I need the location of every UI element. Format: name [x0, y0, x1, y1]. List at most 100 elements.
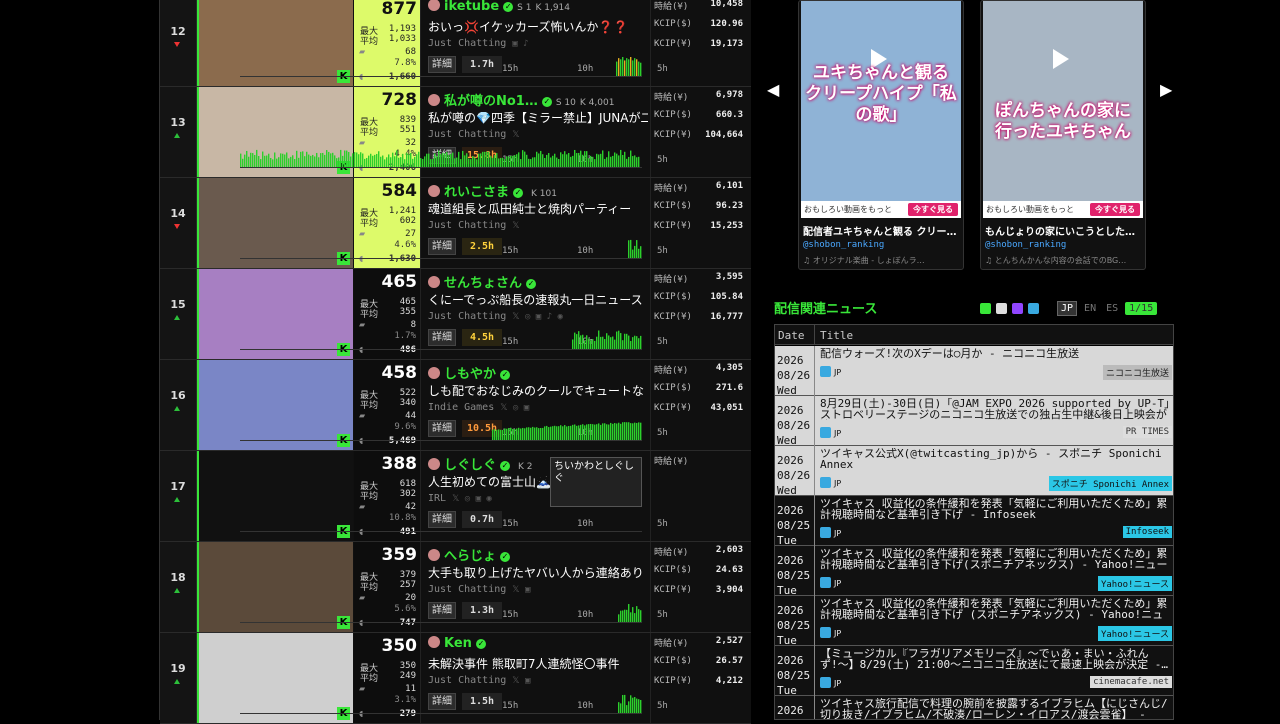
stream-title[interactable]: 大手も取り上げたヤバい人から連絡あり [428, 564, 648, 581]
video-card[interactable]: ユキちゃんと観る クリープハイプ「私の歌」 おもしろい動画をもっと 今すぐ見る 配… [798, 0, 964, 270]
video-user[interactable]: @shobon_ranking [985, 240, 1066, 250]
lang-es-tab[interactable]: ES [1103, 302, 1121, 315]
streamer-name[interactable]: iketube ✓ S 1K 1,914 [428, 0, 570, 14]
graph-bar [370, 153, 372, 167]
news-title[interactable]: ツイキャス旅行配信で料理の腕前を披露するイブラヒム【にじさんじ/切り抜き/イブラ… [820, 698, 1172, 719]
stream-category[interactable]: Just Chatting [428, 129, 506, 140]
graph-bar [492, 429, 494, 440]
ranking-row[interactable]: 15 K 465 最大 465 平均 355 ▰ 8 1.7% ◖ 486 せん… [160, 269, 751, 360]
streamer-name[interactable]: れいこさま ✓ K 101 [428, 181, 557, 200]
news-source-badge[interactable]: ニコニコ生放送 [1102, 365, 1172, 380]
niconico-icon[interactable] [996, 303, 1007, 314]
news-row[interactable]: 2026 08/26 Wed 8月29日(土)-30日(日)「@JAM EXPO 2… [775, 396, 1173, 447]
news-source-badge[interactable]: Infoseek [1122, 526, 1172, 538]
watch-now-button[interactable]: 今すぐ見る [1090, 203, 1140, 216]
stream-title[interactable]: 未解決事件 熊取町7人連続怪〇事件 [428, 655, 648, 672]
hourly-value: 6,101 [715, 181, 743, 191]
ranking-row[interactable]: 12 K 877 最大 1,193 平均 1,033 ▰ 68 7.8% ◖ 1… [160, 0, 751, 87]
stream-category[interactable]: IRL [428, 493, 446, 504]
news-source-badge[interactable]: cinemacafe.net [1090, 676, 1172, 688]
social-icons[interactable]: 𝕏 ◎ ▣ ♪ ◉ [512, 312, 563, 322]
stream-title[interactable]: しも配でおなじみのクールでキュートな [428, 382, 648, 399]
social-icons[interactable]: 𝕏 ▣ [512, 585, 530, 595]
viewer-count: 728 [381, 90, 418, 110]
streamer-name[interactable]: 私が噂のNo1… ✓ S 10 K 4,001 [428, 90, 614, 109]
play-icon[interactable] [1053, 49, 1069, 69]
lang-en-tab[interactable]: EN [1081, 302, 1099, 315]
news-row[interactable]: 2026 08/25 Tue 【ミュージカル『フラガリアメモリーズ』〜でぃあ・まい・… [775, 646, 1173, 697]
stream-title[interactable]: おいっ💢イケッカーズ怖いんか❓❓ [428, 18, 648, 35]
max-viewers: 1,193 [388, 24, 416, 34]
graph-bar [262, 151, 264, 167]
stream-title[interactable]: 私が噂の💎四季【ミラー禁止】JUNAが二 [428, 109, 648, 126]
news-row[interactable]: 202608/24 ツイキャス旅行配信で料理の腕前を披露するイブラヒム【にじさん… [775, 696, 1173, 719]
social-icons[interactable]: 𝕏 [512, 221, 519, 231]
ranking-row[interactable]: 18 K 359 最大 379 平均 257 ▰ 20 5.6% ◖ 747 へ… [160, 542, 751, 633]
lang-jp-tab[interactable]: JP [1057, 301, 1078, 316]
kick-icon[interactable] [980, 303, 991, 314]
stream-title[interactable]: くにーでっぷ船長の速報丸一日ニュース [428, 291, 648, 308]
video-user[interactable]: @shobon_ranking [803, 240, 884, 250]
social-icons[interactable]: ▣ ♪ [512, 39, 528, 49]
next-arrow-icon[interactable]: ▶ [1160, 80, 1172, 99]
stream-category[interactable]: Just Chatting [428, 220, 506, 231]
news-title[interactable]: ツイキャス公式X(@twitcasting_jp)から - スポニチ Sponi… [820, 448, 1172, 470]
viewer-count: 465 [381, 272, 418, 292]
watch-now-button[interactable]: 今すぐ見る [908, 203, 958, 216]
graph-bar [638, 609, 640, 622]
date-column-header[interactable]: Date [778, 329, 805, 342]
ranking-row[interactable]: 17 K 388 最大 618 平均 302 ▰ 42 10.8% ◖ 491 … [160, 451, 751, 542]
video-card[interactable]: ぽんちゃんの家に行ったユキちゃん おもしろい動画をもっと 今すぐ見る もんじょりの… [980, 0, 1146, 270]
comment-icon: ▰ [359, 138, 366, 147]
news-title[interactable]: ツイキャス 収益化の条件緩和を発表「気軽にご利用いただくため」累計視聴時間など基… [820, 598, 1172, 620]
stream-category[interactable]: Indie Games [428, 402, 494, 413]
streamer-name[interactable]: せんちょさん ✓ [428, 272, 544, 291]
streamer-name[interactable]: しぐしぐ ✓ K 2 [428, 454, 533, 473]
streamer-name[interactable]: しもやか ✓ [428, 363, 518, 382]
news-row[interactable]: 2026 08/25 Tue ツイキャス 収益化の条件緩和を発表「気軽にご利用いただ… [775, 546, 1173, 597]
twitcasting-icon[interactable] [1028, 303, 1039, 314]
news-source-badge[interactable]: スポニチ Sponichi Annex [1048, 476, 1172, 491]
ranking-row[interactable]: 19 K 350 最大 350 平均 249 ▰ 11 3.1% ◖ 279 K… [160, 633, 751, 724]
stream-title[interactable]: 魂道組長と瓜田純士と焼肉パーティー [428, 200, 648, 217]
news-row[interactable]: 2026 08/26 Wed 配信ウォーズ!次のXデーは○月か - ニコニコ生放送 … [775, 346, 1173, 397]
rank-cell: 16 [160, 360, 197, 450]
ranking-row[interactable]: 14 K 584 最大 1,241 平均 602 ▰ 27 4.6% ◖ 1,6… [160, 178, 751, 269]
stream-category[interactable]: Just Chatting [428, 38, 506, 49]
social-icons[interactable]: 𝕏 ▣ [512, 676, 530, 686]
graph-bar [510, 155, 512, 167]
clip-preview[interactable]: ちいかわとしぐしぐ [550, 457, 642, 507]
video-title[interactable]: 配信者ユキちゃんと観る クリー… [803, 223, 961, 238]
news-row[interactable]: 2026 08/26 Wed ツイキャス公式X(@twitcasting_jp)から… [775, 446, 1173, 497]
social-icons[interactable]: 𝕏 [512, 130, 519, 140]
stream-category[interactable]: Just Chatting [428, 584, 506, 595]
video-cta[interactable]: おもしろい動画をもっと 今すぐ見る [983, 201, 1143, 218]
streamer-name[interactable]: へらじょ ✓ [428, 545, 518, 564]
news-source-badge[interactable]: PR TIMES [1122, 426, 1172, 438]
prev-arrow-icon[interactable]: ◀ [767, 80, 779, 99]
title-column-header[interactable]: Title [820, 329, 853, 342]
video-cta[interactable]: おもしろい動画をもっと 今すぐ見る [801, 201, 961, 218]
news-title[interactable]: 【ミュージカル『フラガリアメモリーズ』〜でぃあ・まい・ふれんず!〜】8/29(土… [820, 648, 1172, 670]
twitch-icon[interactable] [1012, 303, 1023, 314]
news-row[interactable]: 2026 08/25 Tue ツイキャス 収益化の条件緩和を発表「気軽にご利用いただ… [775, 596, 1173, 647]
stream-category[interactable]: Just Chatting [428, 675, 506, 686]
graph-bar [630, 340, 632, 349]
ranking-row[interactable]: 13 K 728 最大 839 平均 551 ▰ 32 4.4% ◖ 2,406… [160, 87, 751, 178]
news-title[interactable]: ツイキャス 収益化の条件緩和を発表「気軽にご利用いただくため」累計視聴時間など基… [820, 498, 1172, 520]
stream-category[interactable]: Just Chatting [428, 311, 506, 322]
ranking-row[interactable]: 16 K 458 最大 522 平均 340 ▰ 44 9.6% ◖ 5,469… [160, 360, 751, 451]
max-viewers: 465 [399, 297, 416, 307]
rank-number: 14 [170, 207, 186, 220]
news-title[interactable]: 配信ウォーズ!次のXデーは○月か - ニコニコ生放送 [820, 348, 1172, 359]
news-source-badge[interactable]: Yahoo!ニュース [1097, 626, 1172, 641]
video-title[interactable]: もんじょりの家にいこうとした… [985, 223, 1143, 238]
news-row[interactable]: 2026 08/25 Tue ツイキャス 収益化の条件緩和を発表「気軽にご利用いただ… [775, 496, 1173, 547]
social-icons[interactable]: 𝕏 ◎ ▣ [500, 403, 529, 413]
graph-bar [638, 338, 640, 349]
news-title[interactable]: ツイキャス 収益化の条件緩和を発表「気軽にご利用いただくため」累計視聴時間など基… [820, 548, 1172, 570]
news-source-badge[interactable]: Yahoo!ニュース [1097, 576, 1172, 591]
social-icons[interactable]: 𝕏 ◎ ▣ ◉ [452, 494, 492, 504]
news-title[interactable]: 8月29日(土)-30日(日)「@JAM EXPO 2026 supported… [820, 398, 1172, 420]
streamer-name[interactable]: Ken ✓ [428, 636, 494, 651]
